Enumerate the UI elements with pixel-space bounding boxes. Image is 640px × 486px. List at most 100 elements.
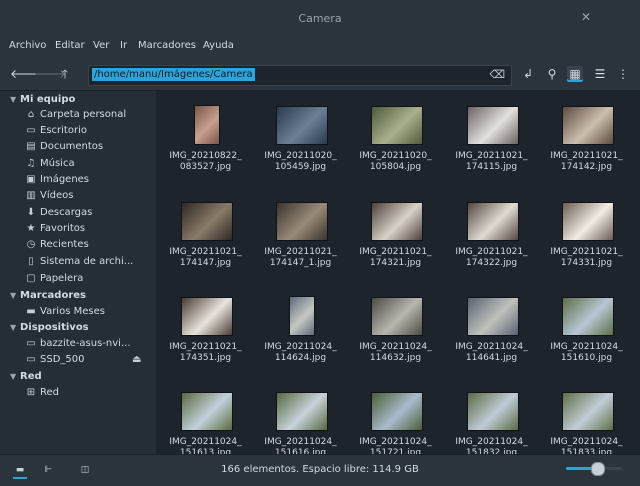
menu-marcadores[interactable]: Marcadores	[138, 40, 196, 51]
image-thumbnail	[276, 106, 328, 145]
toggle-location-icon[interactable]: ↲	[520, 66, 536, 82]
file-name: IMG_20211024_ 114624.jpg	[253, 342, 348, 364]
zoom-slider-handle[interactable]	[590, 462, 605, 476]
file-name-line: 174331.jpg	[560, 258, 613, 268]
title-bar[interactable]: Camera ✕	[0, 0, 640, 36]
file-item[interactable]: IMG_20211020_ 105459.jpg	[253, 99, 348, 191]
file-item[interactable]: IMG_20211021_ 174322.jpg	[444, 195, 539, 287]
file-item[interactable]: IMG_20211024_ 151721.jpg	[348, 385, 443, 454]
up-arrow-icon[interactable]: 🡑	[57, 66, 73, 82]
image-thumbnail	[181, 297, 233, 336]
sidebar-item-imagenes[interactable]: ▣ Imágenes	[24, 174, 156, 185]
file-item[interactable]: IMG_20211021_ 174321.jpg	[348, 195, 443, 287]
file-name: IMG_20211021_ 174147_1.jpg	[253, 247, 348, 269]
sidebar-item-musica[interactable]: ♫ Música	[24, 158, 156, 169]
sidebar-item-bazzite-drive[interactable]: ▭ bazzite-asus-nvi...	[24, 338, 156, 349]
trash-icon: ▢	[26, 273, 36, 284]
close-icon[interactable]: ✕	[580, 11, 592, 23]
file-name: IMG_20211020_ 105804.jpg	[348, 151, 443, 173]
file-name-line: 174147_1.jpg	[269, 258, 332, 268]
file-name: IMG_20211024_ 151833.jpg	[539, 437, 632, 454]
star-icon: ★	[26, 223, 36, 234]
file-item[interactable]: IMG_20210822_ 083527.jpg	[158, 99, 253, 191]
image-thumbnail	[467, 297, 519, 336]
expand-triangle-icon[interactable]: ▼	[10, 291, 20, 300]
location-field[interactable]: /home/manu/Imágenes/Camera ⌫	[88, 65, 512, 86]
menu-ver[interactable]: Ver	[93, 40, 109, 51]
sidebar-item-ssd-500[interactable]: ▭ SSD_500	[24, 354, 128, 365]
search-icon[interactable]: ⚲	[544, 66, 560, 82]
compact-view-icon[interactable]: ⋮	[615, 66, 631, 82]
file-item[interactable]: IMG_20211021_ 174351.jpg	[158, 290, 253, 382]
file-manager-window: Camera ✕ Archivo Editar Ver Ir Marcadore…	[0, 0, 640, 486]
menu-ayuda[interactable]: Ayuda	[203, 40, 234, 51]
sidebar-item-descargas[interactable]: ⬇ Descargas	[24, 207, 156, 218]
sidebar-section-dispositivos[interactable]: ▼ Dispositivos	[10, 322, 89, 333]
file-item[interactable]: IMG_20211021_ 174142.jpg	[539, 99, 632, 191]
file-name: IMG_20211024_ 151832.jpg	[444, 437, 539, 454]
eject-icon[interactable]: ⏏	[132, 354, 141, 365]
menu-ir[interactable]: Ir	[120, 40, 127, 51]
image-thumbnail	[562, 392, 614, 431]
file-name: IMG_20210822_ 083527.jpg	[158, 151, 253, 173]
file-name-line: 114624.jpg	[274, 353, 327, 363]
forward-arrow-icon[interactable]: 🡒	[34, 66, 66, 82]
sidebar-item-escritorio[interactable]: ▭ Escritorio	[24, 125, 156, 136]
menu-archivo[interactable]: Archivo	[9, 40, 46, 51]
file-name-line: IMG_20211021_	[169, 342, 242, 352]
file-grid: IMG_20210822_ 083527.jpg IMG_20211020_ 1054…	[156, 91, 632, 454]
expand-triangle-icon[interactable]: ▼	[10, 95, 20, 104]
file-item[interactable]: IMG_20211024_ 151613.jpg	[158, 385, 253, 454]
sidebar-section-mi-equipo[interactable]: ▼ Mi equipo	[10, 94, 75, 105]
file-item[interactable]: IMG_20211024_ 114624.jpg	[253, 290, 348, 382]
sidebar-section-marcadores[interactable]: ▼ Marcadores	[10, 290, 86, 301]
file-item[interactable]: IMG_20211021_ 174147.jpg	[158, 195, 253, 287]
file-name-line: IMG_20211024_	[455, 437, 528, 447]
image-thumbnail	[371, 392, 423, 431]
image-thumbnail	[276, 392, 328, 431]
list-view-icon[interactable]: ☰	[592, 66, 608, 82]
recent-icon: ◷	[26, 239, 36, 250]
expand-triangle-icon[interactable]: ▼	[10, 323, 20, 332]
image-thumbnail	[276, 202, 328, 241]
scrollbar[interactable]	[632, 91, 640, 454]
clear-location-icon[interactable]: ⌫	[489, 68, 505, 81]
file-item[interactable]: IMG_20211024_ 151610.jpg	[539, 290, 632, 382]
file-item[interactable]: IMG_20211024_ 151616.jpg	[253, 385, 348, 454]
file-name-line: IMG_20210822_	[169, 151, 242, 161]
file-item[interactable]: IMG_20211021_ 174147_1.jpg	[253, 195, 348, 287]
image-thumbnail	[467, 106, 519, 145]
location-path[interactable]: /home/manu/Imágenes/Camera	[92, 68, 255, 81]
file-name-line: IMG_20211021_	[455, 151, 528, 161]
sidebar-item-papelera[interactable]: ▢ Papelera	[24, 273, 156, 284]
sidebar-item-favoritos[interactable]: ★ Favoritos	[24, 223, 156, 234]
file-item[interactable]: IMG_20211020_ 105804.jpg	[348, 99, 443, 191]
sidebar-item-sistema-de-archivos[interactable]: ▯ Sistema de archi...	[24, 256, 156, 267]
file-name-line: IMG_20211024_	[455, 342, 528, 352]
file-name-line: IMG_20211024_	[550, 437, 623, 447]
sidebar-item-documentos[interactable]: ▤ Documentos	[24, 141, 156, 152]
file-item[interactable]: IMG_20211021_ 174115.jpg	[444, 99, 539, 191]
sidebar-item-red[interactable]: ⊞ Red	[24, 387, 156, 398]
sidebar-item-recientes[interactable]: ◷ Recientes	[24, 239, 156, 250]
file-name: IMG_20211021_ 174321.jpg	[348, 247, 443, 269]
file-item[interactable]: IMG_20211024_ 151832.jpg	[444, 385, 539, 454]
expand-triangle-icon[interactable]: ▼	[10, 372, 20, 381]
documents-icon: ▤	[26, 141, 36, 152]
file-name-line: 174115.jpg	[465, 162, 518, 172]
file-item[interactable]: IMG_20211024_ 114641.jpg	[444, 290, 539, 382]
file-name: IMG_20211021_ 174147.jpg	[158, 247, 253, 269]
image-thumbnail	[181, 202, 233, 241]
icon-view-icon[interactable]: ▦	[567, 66, 583, 82]
sidebar-item-varios-meses[interactable]: ▬ Varios Meses	[24, 306, 156, 317]
sidebar-item-videos[interactable]: ▥ Vídeos	[24, 190, 156, 201]
file-item[interactable]: IMG_20211024_ 114632.jpg	[348, 290, 443, 382]
file-name-line: 174147.jpg	[179, 258, 232, 268]
file-name-line: IMG_20211020_	[264, 151, 337, 161]
sidebar-section-red[interactable]: ▼ Red	[10, 371, 42, 382]
file-item[interactable]: IMG_20211024_ 151833.jpg	[539, 385, 632, 454]
file-item[interactable]: IMG_20211021_ 174331.jpg	[539, 195, 632, 287]
back-arrow-icon[interactable]: 🡐	[10, 66, 42, 82]
sidebar-item-carpeta-personal[interactable]: ⌂ Carpeta personal	[24, 109, 156, 120]
menu-editar[interactable]: Editar	[55, 40, 85, 51]
